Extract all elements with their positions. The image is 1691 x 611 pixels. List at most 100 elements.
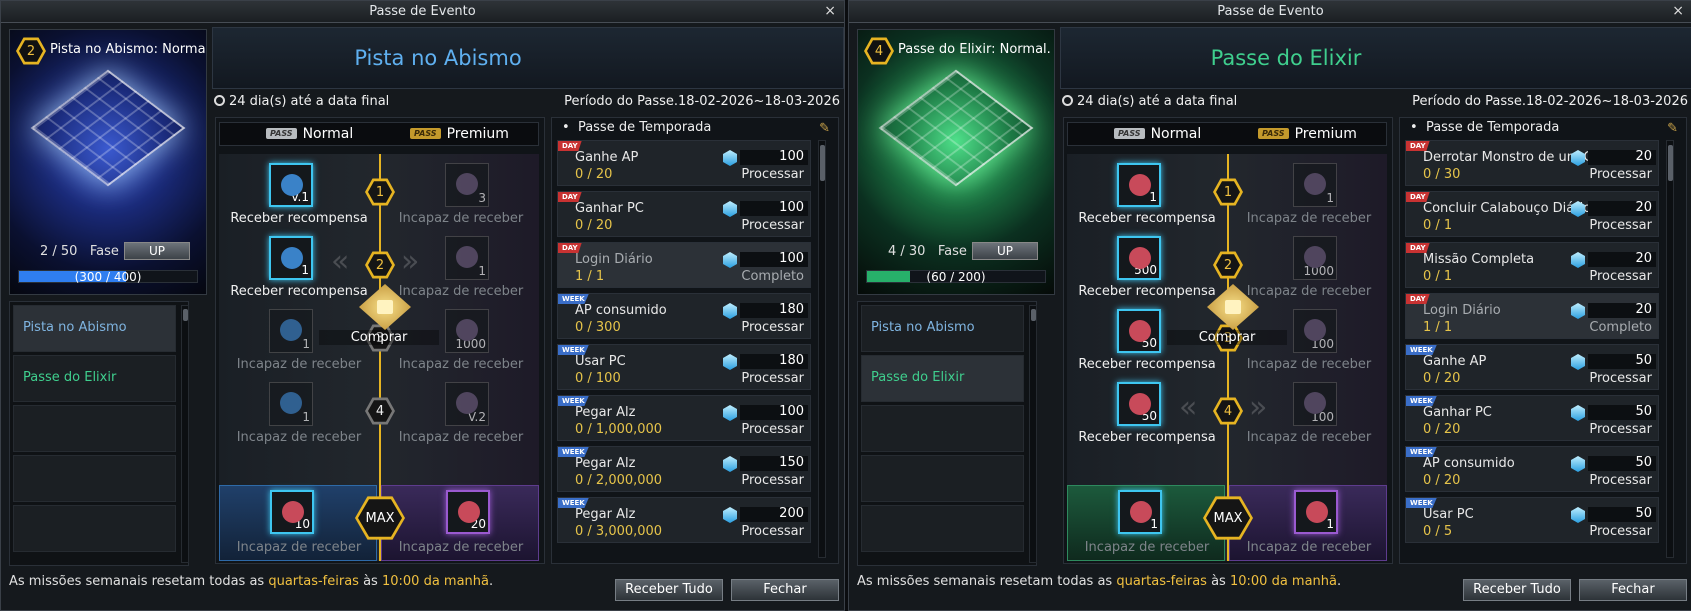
chevron-left-icon: « — [331, 244, 350, 279]
mission-row[interactable]: DAY Login Diário 1 / 1 20 Completo — [1405, 293, 1659, 339]
days-remaining: 24 dia(s) até a data final — [1062, 94, 1237, 109]
mission-row[interactable]: WEEK Pegar Alz 0 / 1,000,000 100 Process… — [557, 395, 811, 441]
normal-reward-slot[interactable]: 1 — [1117, 163, 1161, 207]
mission-status: Processar — [1589, 167, 1652, 182]
nav-item-abyss[interactable]: Pista no Abismo — [861, 305, 1024, 352]
reward-item-icon — [1304, 392, 1326, 414]
mission-progress: 0 / 5 — [1423, 524, 1453, 539]
mission-row[interactable]: WEEK AP consumido 0 / 20 50 Processar — [1405, 446, 1659, 492]
scroll-icon[interactable]: ✎ — [1667, 121, 1678, 136]
mission-progress: 0 / 20 — [1423, 473, 1461, 488]
pass-nav: Pista no Abismo Passe do Elixir — [857, 301, 1037, 566]
pass-period: Período do Passe.18-02-2026~18-03-2026 — [1412, 94, 1688, 109]
level-node: 1 — [1213, 178, 1243, 206]
normal-reward-slot[interactable]: 50 — [1117, 309, 1161, 353]
premium-reward-status: Incapaz de receber — [398, 357, 524, 372]
normal-reward-slot[interactable]: 1 — [269, 382, 313, 426]
mission-row[interactable]: DAY Missão Completa 0 / 1 20 Processar — [1405, 242, 1659, 288]
title-bar[interactable]: Passe de Evento × — [849, 1, 1691, 23]
mission-row[interactable]: WEEK Pegar Alz 0 / 3,000,000 200 Process… — [557, 497, 811, 543]
receive-all-button[interactable]: Receber Tudo — [615, 579, 723, 601]
xp-text: (300 / 400) — [74, 270, 142, 284]
close-icon[interactable]: × — [1672, 3, 1684, 19]
max-premium-reward-slot[interactable]: 1 — [1294, 490, 1338, 534]
nav-scrollbar[interactable] — [181, 305, 189, 563]
mission-row[interactable]: WEEK AP consumido 0 / 300 180 Processar — [557, 293, 811, 339]
missions-scrollbar[interactable] — [818, 140, 826, 558]
normal-reward-slot[interactable]: 500 — [1117, 236, 1161, 280]
mission-row[interactable]: DAY Login Diário 1 / 1 100 Completo — [557, 242, 811, 288]
title-bar[interactable]: Passe de Evento × — [1, 1, 844, 23]
nav-item-abyss[interactable]: Pista no Abismo — [13, 305, 176, 352]
premium-reward-slot[interactable]: 3 — [445, 163, 489, 207]
premium-reward-slot[interactable]: 1000 — [1293, 236, 1337, 280]
mission-row[interactable]: WEEK Usar PC 0 / 100 180 Processar — [557, 344, 811, 390]
mission-progress: 0 / 20 — [575, 218, 613, 233]
mission-row[interactable]: DAY Derrotar Monstro de um Calabouço 0 /… — [1405, 140, 1659, 186]
normal-reward-slot[interactable]: 50 — [1117, 382, 1161, 426]
tab-normal[interactable]: PASS Normal — [1114, 126, 1201, 142]
missions-scrollbar[interactable] — [1666, 140, 1674, 558]
close-button[interactable]: Fechar — [1579, 579, 1687, 601]
premium-reward-slot[interactable]: 100 — [1293, 382, 1337, 426]
mission-reward: 150 — [779, 455, 804, 470]
max-premium-reward-slot[interactable]: 20 — [446, 490, 490, 534]
normal-reward-status: Receber recompensa — [1078, 284, 1216, 299]
close-button[interactable]: Fechar — [731, 579, 839, 601]
mission-status: Processar — [741, 218, 804, 233]
max-normal-reward-slot[interactable]: 1 — [1118, 490, 1162, 534]
emblem-name: Passe do Elixir: Normal. — [898, 42, 1051, 57]
mission-row[interactable]: DAY Ganhe AP 0 / 20 100 Processar — [557, 140, 811, 186]
max-normal-reward-slot[interactable]: 10 — [270, 490, 314, 534]
normal-reward-slot[interactable]: 1 — [269, 309, 313, 353]
mission-status: Processar — [741, 167, 804, 182]
normal-reward-slot[interactable]: 1 — [269, 236, 313, 280]
reward-item-icon — [456, 392, 478, 414]
tab-premium[interactable]: PASS Premium — [1258, 126, 1357, 142]
xp-bar: (300 / 400) — [18, 270, 198, 284]
up-button[interactable]: UP — [972, 242, 1038, 260]
nav-item-elixir[interactable]: Passe do Elixir — [13, 355, 176, 402]
mission-row[interactable]: WEEK Usar PC 0 / 5 50 Processar — [1405, 497, 1659, 543]
mission-progress: 1 / 1 — [1423, 320, 1453, 335]
pass-nav: Pista no Abismo Passe do Elixir — [9, 301, 189, 566]
normal-reward-slot[interactable]: V.1 — [269, 163, 313, 207]
level-node: 2 — [1213, 251, 1243, 279]
mission-status: Processar — [1589, 473, 1652, 488]
tab-normal[interactable]: PASS Normal — [266, 126, 353, 142]
level-node: 4 — [1213, 397, 1243, 425]
mission-row[interactable]: WEEK Ganhar PC 0 / 20 50 Processar — [1405, 395, 1659, 441]
close-icon[interactable]: × — [824, 3, 836, 19]
premium-reward-slot[interactable]: 1000 — [445, 309, 489, 353]
premium-reward-slot[interactable]: 1 — [445, 236, 489, 280]
tab-premium[interactable]: PASS Premium — [410, 126, 509, 142]
reward-item-icon — [280, 392, 302, 414]
receive-all-button[interactable]: Receber Tudo — [1463, 579, 1571, 601]
nav-scrollbar[interactable] — [1029, 305, 1037, 563]
pass-period: Período do Passe.18-02-2026~18-03-2026 — [564, 94, 840, 109]
buy-premium-button[interactable]: Comprar — [319, 330, 439, 345]
mission-row[interactable]: DAY Ganhar PC 0 / 20 100 Processar — [557, 191, 811, 237]
premium-reward-status: Incapaz de receber — [1246, 357, 1372, 372]
nav-item-empty — [861, 505, 1024, 552]
premium-reward-slot[interactable]: 1 — [1293, 163, 1337, 207]
reward-item-icon — [281, 247, 303, 269]
scroll-icon[interactable]: ✎ — [819, 121, 830, 136]
premium-reward-slot[interactable]: 100 — [1293, 309, 1337, 353]
mission-row[interactable]: WEEK Pegar Alz 0 / 2,000,000 150 Process… — [557, 446, 811, 492]
premium-reward-slot[interactable]: V.2 — [445, 382, 489, 426]
mission-reward: 200 — [779, 506, 804, 521]
max-normal-panel: 1 Incapaz de receber — [1067, 485, 1225, 561]
season-missions-panel: • Passe de Temporada ✎ DAY Ganhe AP 0 / … — [551, 117, 839, 564]
premium-reward-status: Incapaz de receber — [1246, 211, 1372, 226]
mission-progress: 0 / 3,000,000 — [575, 524, 663, 539]
mission-row[interactable]: WEEK Ganhe AP 0 / 20 50 Processar — [1405, 344, 1659, 390]
nav-item-elixir[interactable]: Passe do Elixir — [861, 355, 1024, 402]
max-premium-status: Incapaz de receber — [1246, 540, 1372, 555]
reward-track: 1 1 Receber recompensa 1 Incapaz de receber 2… — [1067, 154, 1387, 561]
reward-item-icon — [1304, 319, 1326, 341]
emblem-name: Pista no Abismo: Normal. — [50, 42, 207, 57]
up-button[interactable]: UP — [124, 242, 190, 260]
buy-premium-button[interactable]: Comprar — [1167, 330, 1287, 345]
mission-row[interactable]: DAY Concluir Calabouço Diário 0 / 1 20 P… — [1405, 191, 1659, 237]
